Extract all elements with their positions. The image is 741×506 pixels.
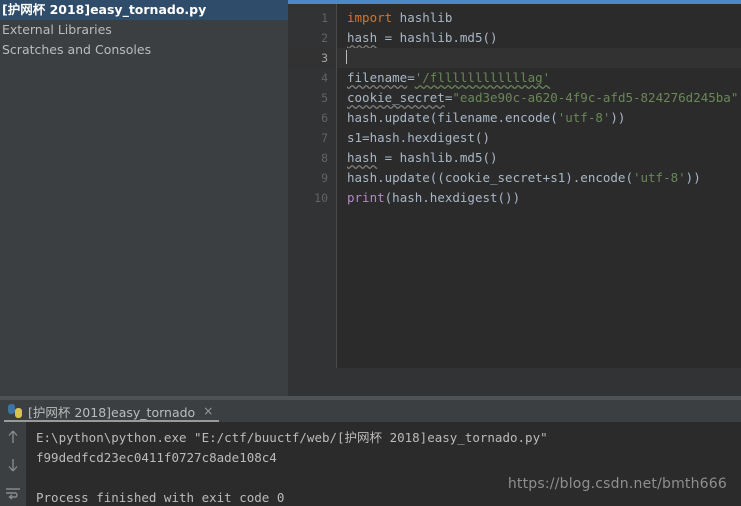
token-call-hexdigest: (hash.hexdigest()) — [384, 190, 521, 205]
python-icon — [8, 404, 22, 418]
line-number: 8 — [321, 151, 328, 165]
code-line-3[interactable] — [337, 48, 741, 68]
console-line-command: E:\python\python.exe "E:/ctf/buuctf/web/… — [36, 430, 548, 445]
code-line-6[interactable]: hash.update(filename.encode('utf-8')) — [347, 108, 741, 128]
project-item-label: External Libraries — [2, 22, 112, 37]
project-item-scratches-and-consoles[interactable]: Scratches and Consoles — [0, 40, 288, 60]
project-tool-window[interactable]: [护网杯 2018]easy_tornado.py External Libra… — [0, 0, 288, 396]
editor-body[interactable]: 1 2 3 4 5 6 7 8 9 10 import hashlib hash… — [288, 4, 741, 368]
run-content: E:\python\python.exe "E:/ctf/buuctf/web/… — [0, 422, 741, 506]
token-identifier-filename: filename — [347, 70, 408, 85]
run-tab-label: [护网杯 2018]easy_tornado — [28, 404, 196, 420]
project-item-easy-tornado-py[interactable]: [护网杯 2018]easy_tornado.py — [0, 0, 288, 20]
console-line-hash-output: f99dedfcd23ec0411f0727c8ade108c4 — [36, 450, 277, 465]
up-arrow-icon[interactable] — [4, 428, 22, 446]
token-identifier-hash: hash — [347, 150, 378, 165]
run-tool-window: [护网杯 2018]easy_tornado × E:\python\pytho… — [0, 400, 741, 506]
token-operator-equals: = — [407, 70, 415, 85]
token-keyword-import: import — [347, 10, 393, 25]
token-assign-md5: = hashlib.md5() — [377, 150, 498, 165]
token-module-hashlib: hashlib — [392, 10, 453, 25]
line-number: 5 — [321, 91, 328, 105]
ide-window: [护网杯 2018]easy_tornado.py External Libra… — [0, 0, 741, 506]
token-call-hash-update: hash.update(filename.encode( — [347, 110, 558, 125]
run-tab-bar[interactable]: [护网杯 2018]easy_tornado × — [0, 400, 741, 422]
close-icon[interactable]: × — [203, 405, 213, 417]
console-line-exit-status: Process finished with exit code 0 — [36, 490, 285, 505]
code-line-9[interactable]: hash.update((cookie_secret+s1).encode('u… — [347, 168, 741, 188]
code-line-8[interactable]: hash = hashlib.md5() — [347, 148, 741, 168]
upper-split: [护网杯 2018]easy_tornado.py External Libra… — [0, 0, 741, 396]
line-number: 9 — [321, 171, 328, 185]
console-output[interactable]: E:\python\python.exe "E:/ctf/buuctf/web/… — [26, 422, 741, 506]
text-caret — [346, 50, 347, 64]
code-line-1[interactable]: import hashlib — [347, 8, 741, 28]
token-call-hash-update: hash.update((cookie_secret+s1).encode( — [347, 170, 633, 185]
code-line-5[interactable]: cookie_secret="ead3e90c-a620-4f9c-afd5-8… — [347, 88, 741, 108]
soft-wrap-icon[interactable] — [4, 484, 22, 502]
line-number-current: 3 — [288, 48, 336, 68]
line-number: 2 — [321, 31, 328, 45]
line-number: 7 — [321, 131, 328, 145]
line-number: 1 — [321, 11, 328, 25]
code-line-4[interactable]: filename='/fllllllllllllag' — [347, 68, 741, 88]
console-toolbar[interactable] — [0, 422, 26, 506]
token-string-utf8: 'utf-8' — [632, 170, 686, 185]
token-string-filename-value: '/fllllllllllllag' — [414, 70, 551, 85]
run-tab-easy-tornado[interactable]: [护网杯 2018]easy_tornado × — [0, 400, 220, 422]
token-identifier-hash: hash — [347, 30, 378, 45]
editor-footer-strip — [288, 368, 741, 396]
project-item-external-libraries[interactable]: External Libraries — [0, 20, 288, 40]
token-string-utf8: 'utf-8' — [557, 110, 611, 125]
token-builtin-print: print — [347, 190, 385, 205]
token-close-parens: )) — [610, 110, 626, 125]
project-item-label: [护网杯 2018]easy_tornado.py — [2, 2, 207, 17]
code-line-7[interactable]: s1=hash.hexdigest() — [347, 128, 741, 148]
line-number: 4 — [321, 71, 328, 85]
token-string-cookie-secret-value: "ead3e90c-a620-4f9c-afd5-824276d245ba" — [452, 90, 739, 105]
code-text-area[interactable]: import hashlib hash = hashlib.md5() file… — [336, 4, 741, 368]
project-item-label: Scratches and Consoles — [2, 42, 152, 57]
line-number-gutter[interactable]: 1 2 3 4 5 6 7 8 9 10 — [288, 4, 336, 368]
token-assign-md5: = hashlib.md5() — [377, 30, 498, 45]
code-line-10[interactable]: print(hash.hexdigest()) — [347, 188, 741, 208]
token-identifier-cookie-secret: cookie_secret — [347, 90, 445, 105]
token-close-parens: )) — [685, 170, 701, 185]
code-editor[interactable]: 1 2 3 4 5 6 7 8 9 10 import hashlib hash… — [288, 0, 741, 396]
down-arrow-icon[interactable] — [4, 456, 22, 474]
line-number: 6 — [321, 111, 328, 125]
token-assign-s1: s1=hash.hexdigest() — [347, 130, 490, 145]
code-line-2[interactable]: hash = hashlib.md5() — [347, 28, 741, 48]
line-number: 10 — [314, 191, 328, 205]
